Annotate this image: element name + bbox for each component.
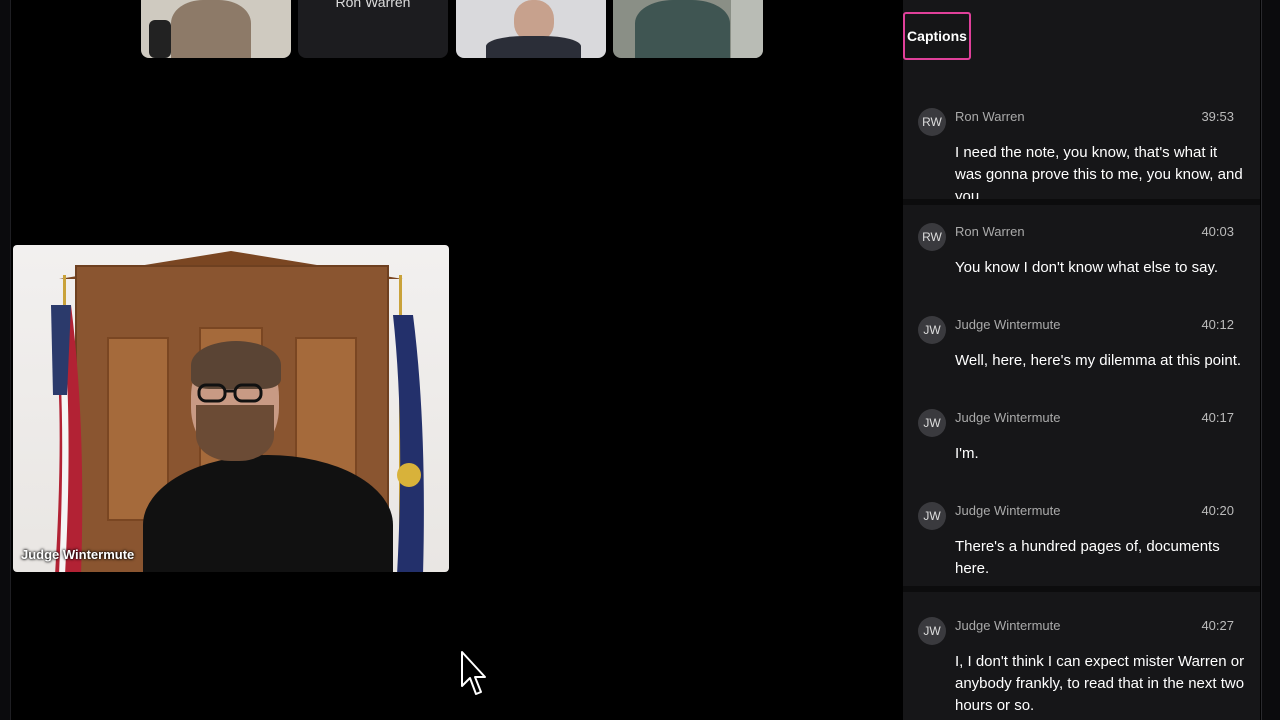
captions-button[interactable]: Captions (903, 12, 971, 60)
scrollbar[interactable] (1261, 0, 1280, 720)
participant-tile[interactable] (141, 0, 291, 58)
participant-video-detail (149, 20, 171, 58)
participant-tile[interactable] (613, 0, 763, 58)
judge-beard (196, 405, 274, 461)
avatar: JW (918, 316, 946, 344)
participant-video-detail (731, 0, 763, 58)
participant-video (635, 0, 730, 58)
main-video-tile[interactable]: Judge Wintermute (13, 245, 449, 572)
caption-entry: JW Judge Wintermute 40:27 I, I don't thi… (908, 609, 1260, 720)
avatar: RW (918, 108, 946, 136)
judge-hair (191, 341, 281, 389)
mouse-cursor-icon (461, 651, 486, 695)
avatar: RW (918, 223, 946, 251)
caption-text: There's a hundred pages of, documents he… (955, 538, 1220, 577)
caption-divider (903, 199, 1260, 205)
participant-video-detail (486, 36, 581, 58)
caption-timestamp: 40:12 (1201, 317, 1234, 332)
caption-speaker: Ron Warren (955, 109, 1025, 124)
caption-timestamp: 40:27 (1201, 618, 1234, 633)
state-flag-icon (393, 275, 424, 572)
participant-name: Ron Warren (335, 0, 411, 10)
caption-speaker: Ron Warren (955, 224, 1025, 239)
caption-speaker: Judge Wintermute (955, 503, 1061, 518)
caption-text: I, I don't think I can expect mister War… (955, 653, 1245, 714)
participant-tile[interactable] (456, 0, 606, 58)
caption-timestamp: 39:53 (1201, 109, 1234, 124)
caption-text: I'm. (955, 445, 979, 462)
caption-text: Well, here, here's my dilemma at this po… (955, 352, 1242, 369)
caption-speaker: Judge Wintermute (955, 410, 1061, 425)
caption-entry: RW Ron Warren 40:03 You know I don't kno… (908, 215, 1260, 295)
left-window-edge (0, 0, 11, 720)
caption-entry: RW Ron Warren 39:53 I need the note, you… (908, 100, 1260, 205)
participant-video (171, 0, 251, 58)
participant-name-label: Judge Wintermute (21, 547, 135, 562)
glasses-icon (197, 383, 263, 403)
caption-timestamp: 40:20 (1201, 503, 1234, 518)
avatar: JW (918, 502, 946, 530)
us-flag-icon (51, 275, 83, 572)
caption-entry: JW Judge Wintermute 40:17 I'm. (908, 401, 1260, 481)
caption-timestamp: 40:03 (1201, 224, 1234, 239)
caption-entry: JW Judge Wintermute 40:12 Well, here, he… (908, 308, 1260, 388)
caption-speaker: Judge Wintermute (955, 618, 1061, 633)
avatar: JW (918, 409, 946, 437)
avatar: JW (918, 617, 946, 645)
caption-entry: JW Judge Wintermute 40:20 There's a hund… (908, 494, 1260, 584)
caption-divider (903, 586, 1260, 592)
caption-timestamp: 40:17 (1201, 410, 1234, 425)
caption-text: You know I don't know what else to say. (955, 259, 1219, 276)
participant-tile-ron-warren[interactable]: Ron Warren (298, 0, 448, 58)
caption-speaker: Judge Wintermute (955, 317, 1061, 332)
